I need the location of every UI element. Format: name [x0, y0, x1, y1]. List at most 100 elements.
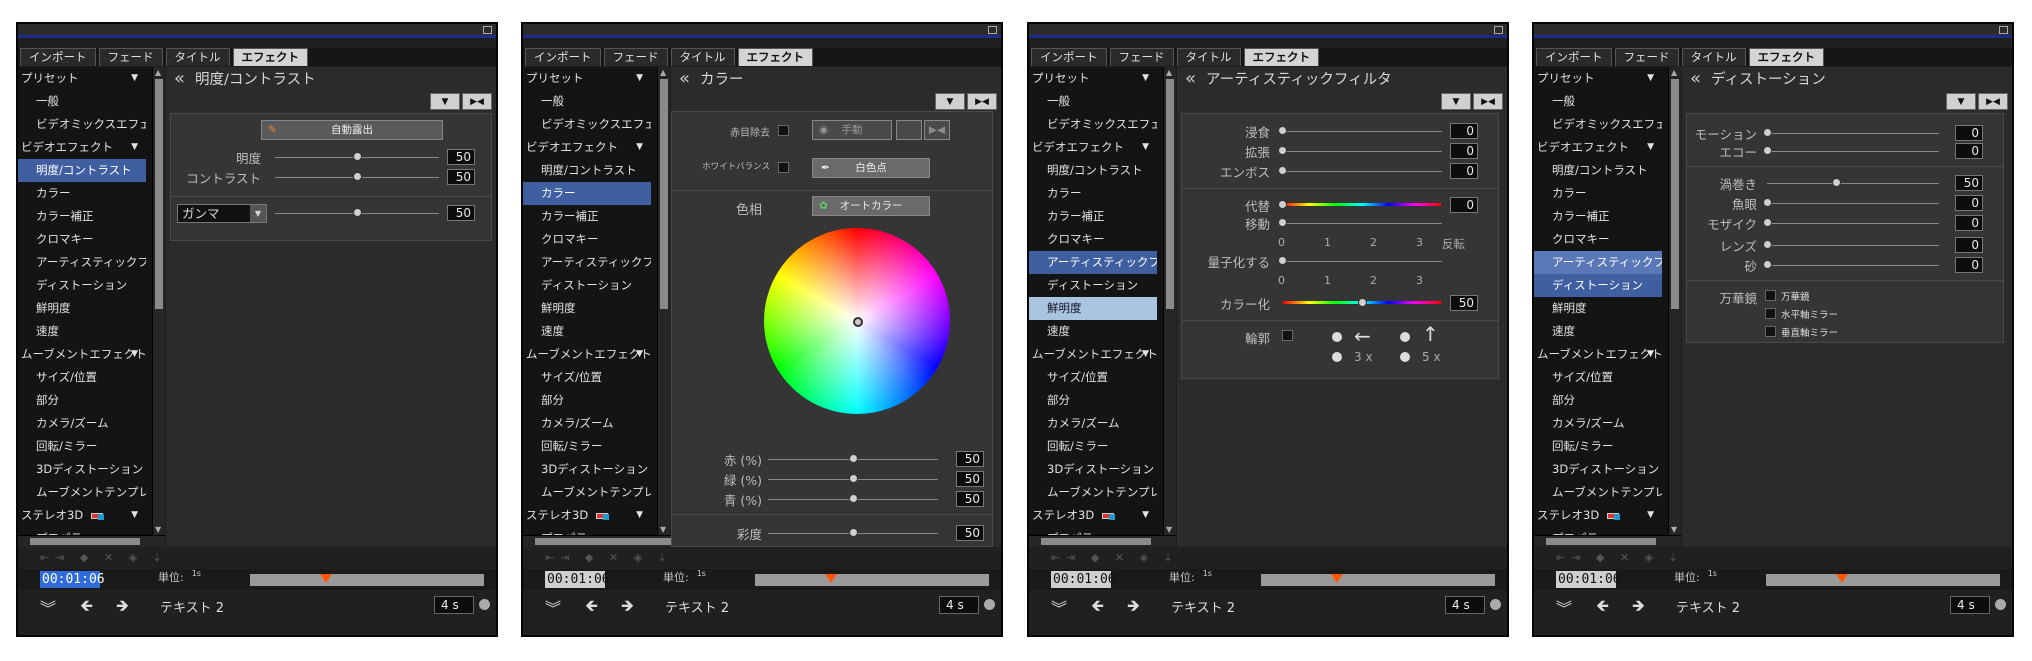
- list-item[interactable]: 回転/ミラー: [1029, 435, 1157, 458]
- next-arrow-icon[interactable]: 🡺: [116, 595, 129, 622]
- color-wheel-cursor[interactable]: [853, 317, 863, 327]
- list-item[interactable]: ディストーション: [523, 274, 651, 297]
- list-item[interactable]: 速度: [1534, 320, 1662, 343]
- list-item[interactable]: ディストーション: [1534, 274, 1662, 297]
- list-item[interactable]: ビデオエフェクト ▼: [1534, 136, 1662, 159]
- timecode[interactable]: 00:01:06: [1051, 571, 1116, 588]
- tab-title[interactable]: タイトル: [1681, 48, 1746, 66]
- value-field[interactable]: 0: [1450, 163, 1478, 179]
- duration-field[interactable]: 4 s: [1950, 596, 1990, 614]
- tab-title[interactable]: タイトル: [1176, 48, 1241, 66]
- slider-track[interactable]: [1282, 171, 1442, 172]
- scroll-down-icon[interactable]: ▼: [1671, 525, 1677, 534]
- list-item[interactable]: 部分: [523, 389, 651, 412]
- expand-arrow-icon[interactable]: ▼: [1142, 504, 1149, 527]
- slider-knob[interactable]: [1763, 260, 1772, 269]
- list-vertical-scrollbar[interactable]: ▲ ▼: [1163, 67, 1176, 535]
- collapse-icon[interactable]: ▶◀: [1473, 93, 1503, 110]
- maximize-icon[interactable]: [1494, 26, 1503, 34]
- radio-button[interactable]: [1332, 352, 1342, 362]
- value-field[interactable]: 0: [1450, 197, 1478, 213]
- list-item[interactable]: 明度/コントラスト: [1029, 159, 1157, 182]
- list-item[interactable]: カラー補正: [1534, 205, 1662, 228]
- tab-effect[interactable]: エフェクト: [1243, 48, 1319, 66]
- scroll-up-icon[interactable]: ▲: [1671, 68, 1677, 77]
- list-item[interactable]: カメラ/ズーム: [523, 412, 651, 435]
- expand-arrow-icon[interactable]: ▼: [131, 343, 138, 366]
- list-item[interactable]: ムーブメントテンプレート: [1534, 481, 1662, 504]
- list-item[interactable]: ムーブメントエフェクト ▼: [18, 343, 146, 366]
- value-field[interactable]: 50: [447, 169, 475, 185]
- list-item[interactable]: 明度/コントラスト: [18, 159, 146, 182]
- scroll-up-icon[interactable]: ▲: [155, 68, 161, 77]
- tab-fade[interactable]: フェード: [1614, 48, 1679, 66]
- list-item[interactable]: クロマキー: [1029, 228, 1157, 251]
- playhead-marker[interactable]: [320, 574, 332, 583]
- maximize-icon[interactable]: [483, 26, 492, 34]
- slider-knob[interactable]: [1763, 240, 1772, 249]
- slider-knob[interactable]: [1763, 128, 1772, 137]
- value-field[interactable]: 50: [447, 149, 475, 165]
- list-item[interactable]: カラー: [523, 182, 651, 205]
- contour-checkbox[interactable]: [1282, 330, 1293, 341]
- list-item[interactable]: ムーブメントエフェクト ▼: [1534, 343, 1662, 366]
- list-item[interactable]: サイズ/位置: [18, 366, 146, 389]
- slider-track[interactable]: [1767, 151, 1939, 152]
- slider-track[interactable]: [1767, 223, 1939, 224]
- kaleidoscope-checkbox[interactable]: [1765, 290, 1776, 301]
- list-item[interactable]: カメラ/ズーム: [1029, 412, 1157, 435]
- list-item[interactable]: 一般: [1534, 90, 1662, 113]
- collapse-icon[interactable]: ▶◀: [967, 93, 997, 110]
- expand-arrow-icon[interactable]: ▼: [1142, 67, 1149, 90]
- value-field[interactable]: 50: [1450, 295, 1478, 311]
- auto-exposure-button[interactable]: ✎ 自動露出: [261, 120, 443, 140]
- list-item[interactable]: 回転/ミラー: [18, 435, 146, 458]
- list-item[interactable]: ステレオ3D ▼: [18, 504, 146, 527]
- expand-arrow-icon[interactable]: ▼: [1647, 136, 1654, 159]
- collapse-down-icon[interactable]: ︾: [545, 595, 561, 619]
- tab-import[interactable]: インポート: [1536, 48, 1612, 66]
- vertical-mirror-checkbox[interactable]: [1765, 326, 1776, 337]
- arrow-left-icon[interactable]: ←: [1354, 324, 1371, 348]
- slider-knob[interactable]: [849, 474, 858, 483]
- list-item[interactable]: アーティスティックフィルタ: [1029, 251, 1157, 274]
- list-item[interactable]: アーティスティックフィルタ: [1534, 251, 1662, 274]
- next-arrow-icon[interactable]: 🡺: [1127, 595, 1140, 622]
- maximize-icon[interactable]: [988, 26, 997, 34]
- slider-knob[interactable]: [1831, 178, 1841, 187]
- slider-track[interactable]: [1282, 131, 1442, 132]
- expand-arrow-icon[interactable]: ▼: [1647, 67, 1654, 90]
- list-item[interactable]: 3Dディストーション: [18, 458, 146, 481]
- list-item[interactable]: サイズ/位置: [1029, 366, 1157, 389]
- white-balance-checkbox[interactable]: [778, 162, 789, 173]
- keyframe-controls[interactable]: ⇤⇥ ◆ ✕ ◈ ⇣: [40, 551, 168, 564]
- slider-knob[interactable]: [1278, 218, 1287, 227]
- value-field[interactable]: 50: [956, 525, 984, 541]
- list-item[interactable]: 回転/ミラー: [1534, 435, 1662, 458]
- tab-fade[interactable]: フェード: [98, 48, 163, 66]
- list-item[interactable]: アーティスティックフィルタ: [18, 251, 146, 274]
- duration-field[interactable]: 4 s: [1445, 596, 1485, 614]
- list-item[interactable]: プリセット ▼: [1534, 67, 1662, 90]
- scroll-thumb[interactable]: [660, 79, 668, 309]
- slider-track[interactable]: [1282, 261, 1442, 262]
- list-item[interactable]: クロマキー: [1534, 228, 1662, 251]
- list-item[interactable]: カメラ/ズーム: [18, 412, 146, 435]
- expand-arrow-icon[interactable]: ▼: [636, 343, 643, 366]
- expand-arrow-icon[interactable]: ▼: [1142, 136, 1149, 159]
- expand-arrow-icon[interactable]: ▼: [636, 504, 643, 527]
- slider-track[interactable]: [1767, 133, 1939, 134]
- list-item[interactable]: プロパティ: [18, 527, 146, 535]
- back-icon[interactable]: «: [679, 68, 690, 89]
- collapse-down-icon[interactable]: ︾: [40, 595, 56, 619]
- color-gradient-track[interactable]: [1282, 202, 1442, 207]
- list-item[interactable]: 部分: [1534, 389, 1662, 412]
- list-item[interactable]: プリセット ▼: [18, 67, 146, 90]
- scroll-up-icon[interactable]: ▲: [1166, 68, 1172, 77]
- tab-import[interactable]: インポート: [20, 48, 96, 66]
- list-item[interactable]: ステレオ3D ▼: [523, 504, 651, 527]
- list-item[interactable]: ムーブメントエフェクト ▼: [523, 343, 651, 366]
- list-item[interactable]: ムーブメントテンプレート: [18, 481, 146, 504]
- playhead-marker[interactable]: [1331, 574, 1343, 583]
- back-icon[interactable]: «: [174, 68, 185, 89]
